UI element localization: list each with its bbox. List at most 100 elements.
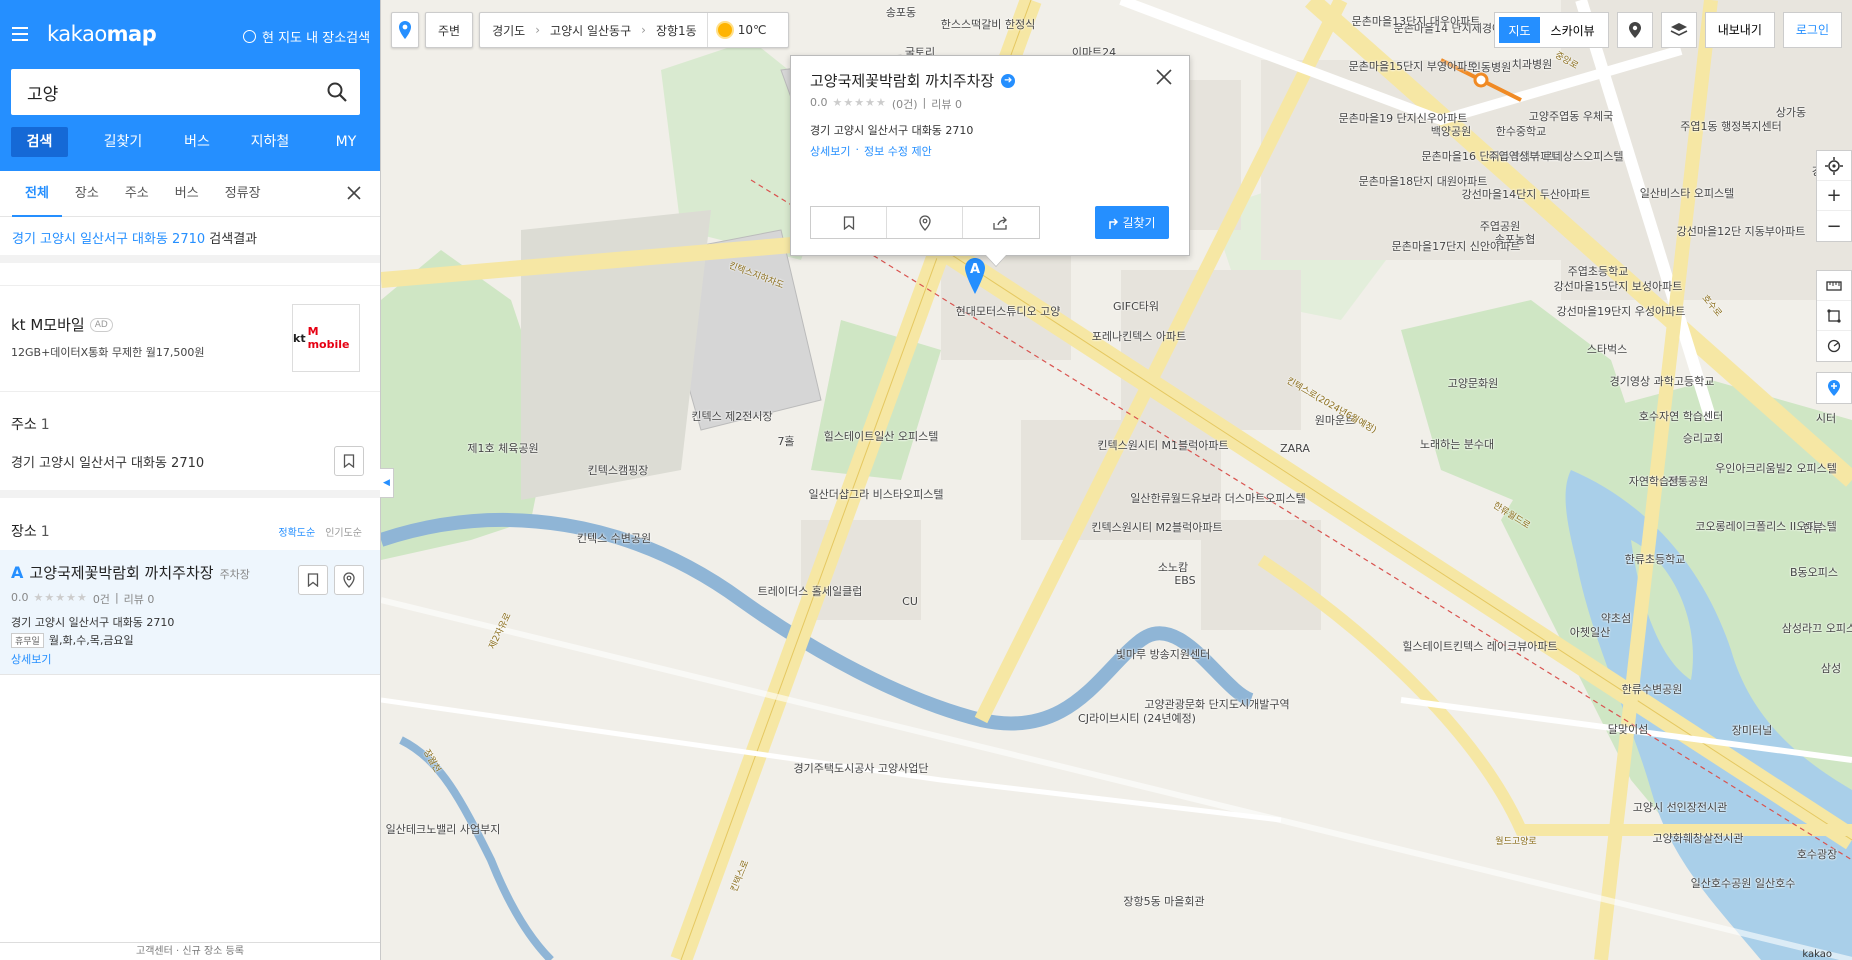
arrow-right-icon[interactable]: ➜	[1001, 73, 1016, 88]
map-label[interactable]: 한류	[1803, 522, 1823, 535]
region-province[interactable]: 경기도	[492, 22, 525, 39]
tab-my[interactable]: MY	[310, 127, 382, 157]
popup-edit-suggest-link[interactable]: 정보 수정 제안	[864, 143, 932, 159]
map-label[interactable]: 치과병원	[1512, 58, 1552, 71]
region-dong[interactable]: 장항1동	[656, 22, 697, 39]
map-type-normal[interactable]: 지도	[1499, 17, 1540, 43]
map-label[interactable]: 한류수변공원	[1622, 683, 1683, 696]
map-label[interactable]: 백양공원	[1431, 125, 1471, 138]
map-label[interactable]: 한스스떡갈비 한정식	[941, 18, 1036, 31]
add-place-button[interactable]	[1817, 373, 1851, 403]
search-in-current-map-toggle[interactable]: 현 지도 내 장소검색	[243, 27, 370, 46]
popup-detail-link[interactable]: 상세보기	[810, 143, 850, 159]
sort-accuracy[interactable]: 정확도순	[278, 524, 315, 539]
map-label[interactable]: 달맞이섬	[1608, 723, 1648, 736]
close-icon[interactable]	[1155, 68, 1173, 86]
current-location-button[interactable]	[1817, 151, 1851, 181]
map-label[interactable]: 고양화훼창살전시관	[1652, 832, 1743, 845]
map-label[interactable]: 힐스테이트킨텍스 레이크뷰아파트	[1402, 640, 1557, 653]
map-label[interactable]: 노래하는 분수대	[1420, 438, 1494, 451]
login-button[interactable]: 로그인	[1782, 12, 1842, 48]
category-tab-address[interactable]: 주소	[112, 171, 162, 216]
map-label[interactable]: 문촌마을19 단지신우아파트	[1339, 112, 1468, 125]
kakaomap-logo[interactable]: kakaomap	[47, 22, 157, 46]
map-label[interactable]: 빛마루 방송지원센터	[1116, 648, 1211, 661]
map-label[interactable]: 현대모터스튜디오 고양	[956, 305, 1061, 318]
category-tab-all[interactable]: 전체	[12, 171, 62, 217]
region-city[interactable]: 고양시 일산동구	[550, 22, 631, 39]
tab-directions[interactable]: 길찾기	[82, 127, 164, 157]
map-label[interactable]: 주엽1동 행정복지센터	[1680, 120, 1782, 133]
map-label[interactable]: 승리교회	[1683, 432, 1723, 445]
category-tab-stop[interactable]: 정류장	[212, 171, 274, 216]
map-label[interactable]: 삼성라끄 오피스텔	[1782, 622, 1852, 635]
map-label[interactable]: 우인아크리움빌2 오피스텔	[1715, 462, 1837, 475]
map-label[interactable]: GIFC타워	[1113, 300, 1159, 313]
register-place-link[interactable]: 신규 장소 등록	[182, 946, 244, 957]
address-bookmark-button[interactable]	[334, 446, 364, 476]
map-label[interactable]: CJ라이브시티 (24년예정)	[1078, 712, 1196, 725]
map-label[interactable]: 장항5동 마을회관	[1123, 895, 1204, 908]
map-label[interactable]: 킨텍스원시티 M2블럭아파트	[1091, 521, 1222, 534]
map-type-skyview[interactable]: 스카이뷰	[1542, 17, 1604, 43]
map-label[interactable]: 일산호수공원 일산호수	[1691, 877, 1796, 890]
map-label[interactable]: 주엽공원	[1480, 220, 1520, 233]
popup-share-button[interactable]	[963, 207, 1039, 238]
place-list-item[interactable]: A 고양국제꽃박람회 까치주차장 주차장 0.0 ★★★★★ 0건 | 리뷰 0…	[0, 550, 380, 675]
map-canvas[interactable]: 송포동한스스떡갈비 한정식굴토리이마트24푸조빌딩1홀킨텍스 제1전시장CU킨텍…	[381, 0, 1852, 960]
popup-title[interactable]: 고양국제꽃박람회 까치주차장	[810, 70, 994, 91]
map-label[interactable]: 아쳇일산	[1570, 626, 1610, 639]
sort-popularity[interactable]: 인기도순	[325, 524, 362, 539]
map-label[interactable]: 고양시 선인장전시관	[1633, 801, 1728, 814]
layers-button[interactable]	[1660, 12, 1697, 48]
map-label[interactable]: 킨텍스원시티 M1블럭아파트	[1097, 439, 1228, 452]
map-label[interactable]: 고양주엽동 우체국	[1529, 110, 1613, 123]
ad-banner[interactable]: kt M모바일 AD 12GB+데이터X통화 무제한 월17,500원 kt M …	[0, 285, 380, 392]
search-input[interactable]	[11, 69, 301, 115]
map-label[interactable]: 포레나킨텍스 아파트	[1092, 330, 1187, 343]
map-label[interactable]: 강선마을19단지 우성아파트	[1557, 305, 1686, 318]
area-tool-button[interactable]	[1817, 301, 1851, 331]
map-label[interactable]: 스타벅스	[1587, 343, 1627, 356]
map-label[interactable]: 장미터널	[1732, 724, 1772, 737]
my-location-pin-button[interactable]	[391, 12, 419, 48]
tab-subway[interactable]: 지하철	[230, 127, 310, 157]
export-button[interactable]: 내보내기	[1704, 12, 1775, 48]
map-label[interactable]: 한수중학교	[1496, 125, 1547, 138]
popup-bookmark-button[interactable]	[811, 207, 887, 238]
map-label[interactable]: 호수광장	[1797, 848, 1837, 861]
nearby-button[interactable]: 주변	[425, 12, 474, 48]
map-label[interactable]: CU	[902, 595, 918, 608]
map-label[interactable]: 일산비스타 오피스텔	[1640, 187, 1735, 200]
zoom-in-button[interactable]: +	[1817, 181, 1851, 211]
place-name[interactable]: 고양국제꽃박람회 까치주차장	[29, 562, 213, 583]
place-detail-link[interactable]: 상세보기	[11, 651, 51, 667]
popup-roadview-button[interactable]	[887, 207, 963, 238]
map-label[interactable]: 7홀	[777, 435, 794, 448]
zoom-out-button[interactable]: −	[1817, 211, 1851, 241]
map-label[interactable]: ZARA	[1280, 442, 1310, 455]
map-label[interactable]: 킨텍스캠핑장	[588, 464, 649, 477]
map-label[interactable]: EBS	[1174, 574, 1195, 587]
map-label[interactable]: 한류초등학교	[1625, 553, 1686, 566]
map-label[interactable]: 킨텍스 수변공원	[577, 532, 651, 545]
map-label[interactable]: 삼성	[1821, 662, 1841, 675]
map-label[interactable]: 강선마을15단지 보성아파트	[1554, 280, 1683, 293]
sidebar-collapse-button[interactable]: ◀	[380, 468, 394, 498]
category-tab-bus[interactable]: 버스	[162, 171, 212, 216]
distance-tool-button[interactable]	[1817, 271, 1851, 301]
search-icon[interactable]	[326, 81, 348, 103]
result-query[interactable]: 경기 고양시 일산서구 대화동 2710	[12, 232, 205, 247]
map-label[interactable]: 전통공원	[1668, 475, 1708, 488]
customer-center-link[interactable]: 고객센터	[136, 946, 173, 957]
map-label[interactable]: 주엽초등학교	[1568, 265, 1629, 278]
map-label[interactable]: 송포농협	[1495, 233, 1535, 246]
map-label[interactable]: 힐스테이트일산 오피스텔	[824, 430, 939, 443]
roadview-button[interactable]	[1616, 12, 1653, 48]
map-label[interactable]: 약초섬	[1601, 612, 1631, 625]
map-label[interactable]: 일산한류월드유보라 더스마트오피스텔	[1130, 492, 1306, 505]
popup-directions-button[interactable]: 길찾기	[1095, 206, 1169, 239]
map-label[interactable]: 경기영상 과학고등학교	[1610, 375, 1715, 388]
radius-tool-button[interactable]	[1817, 331, 1851, 361]
map-label[interactable]: 제1호 체육공원	[467, 442, 538, 455]
